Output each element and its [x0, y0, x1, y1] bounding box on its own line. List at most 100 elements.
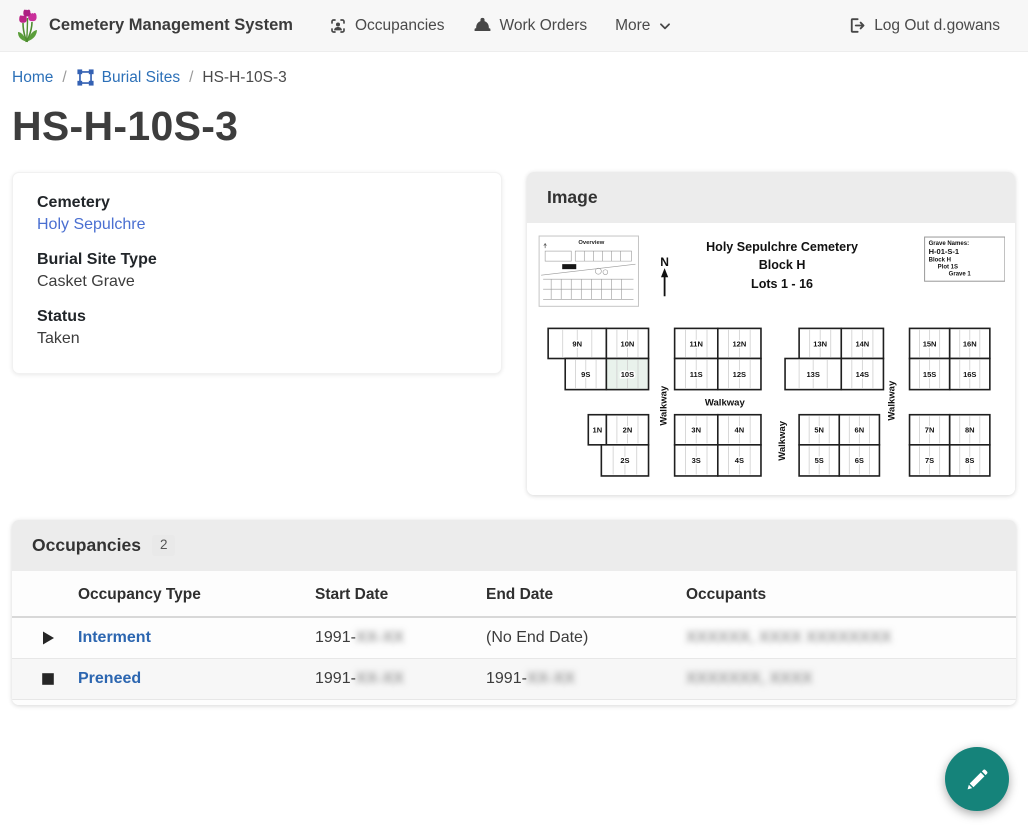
- breadcrumb-home-link[interactable]: Home: [12, 69, 53, 87]
- occupancy-status-cell: [12, 617, 68, 658]
- status-value: Taken: [37, 330, 477, 348]
- map-plot-label: 7N: [925, 426, 935, 435]
- burial-site-frame-icon: [76, 68, 95, 87]
- legend-line: Grave 1: [949, 272, 972, 278]
- redacted-text: XX-XX: [527, 670, 575, 687]
- occupancies-card: Occupancies 2 Occupancy Type Start Date …: [12, 520, 1016, 705]
- occupancy-status-cell: [12, 658, 68, 699]
- occupants-cell: XXXXXX, XXXX XXXXXXXX: [676, 617, 1016, 658]
- plot-cells-layer: 9N10N9S10S11N12N11S12S13N14N13S14S15N16N…: [548, 328, 990, 476]
- map-plot-label: 12S: [733, 370, 746, 379]
- redacted-text: XXXXXXX, XXXX: [686, 670, 812, 687]
- map-title-line: Holy Sepulchre Cemetery: [706, 240, 858, 254]
- redacted-text: XX-XX: [356, 670, 404, 687]
- map-plot-label: 15N: [923, 339, 937, 348]
- map-plot-label: 14N: [855, 339, 869, 348]
- map-plot-label: 12N: [732, 339, 746, 348]
- occupancies-title: Occupancies: [32, 535, 141, 556]
- map-plot-label: 2S: [620, 456, 629, 465]
- logout-icon: [847, 16, 866, 35]
- map-plot-label: 13S: [806, 370, 819, 379]
- map-plot-label: 7S: [925, 456, 934, 465]
- map-title-line: Block H: [759, 258, 806, 272]
- image-card-title: Image: [547, 187, 598, 208]
- north-arrow: N: [660, 255, 669, 296]
- burial-site-type-label: Burial Site Type: [37, 251, 477, 269]
- breadcrumb-burial-sites-link[interactable]: Burial Sites: [76, 68, 180, 87]
- nav-item-more[interactable]: More: [601, 0, 686, 52]
- nav-item-label: Work Orders: [500, 17, 588, 35]
- status-icon-column: [12, 571, 68, 617]
- breadcrumb-burial-sites-label: Burial Sites: [102, 69, 180, 87]
- app-title: Cemetery Management System: [49, 16, 293, 35]
- map-plot-label: 5N: [814, 426, 824, 435]
- occupancies-header: Occupancies 2: [12, 520, 1016, 571]
- map-plot-label: 1N: [593, 426, 603, 435]
- map-plot-label: 3S: [692, 456, 701, 465]
- stop-icon: [40, 671, 58, 687]
- image-card: Image Overview: [527, 172, 1015, 495]
- app-brand[interactable]: Cemetery Management System: [14, 9, 293, 43]
- overview-thumbnail: Overview: [539, 236, 638, 306]
- occupancy-type-link[interactable]: Preneed: [78, 670, 141, 687]
- map-title-line: Lots 1 - 16: [751, 277, 813, 291]
- map-plot-label: 10N: [621, 339, 635, 348]
- map-title: Holy Sepulchre Cemetery Block H Lots 1 -…: [706, 240, 858, 291]
- nav-item-label: More: [615, 17, 650, 35]
- nav-item-work-orders[interactable]: Work Orders: [459, 0, 602, 52]
- hard-hat-icon: [473, 17, 492, 34]
- breadcrumb-separator: /: [189, 69, 193, 87]
- cemetery-link[interactable]: Holy Sepulchre: [37, 216, 146, 233]
- map-plot-label: 3N: [691, 426, 701, 435]
- map-plot-label: 8N: [965, 426, 975, 435]
- walkway-label: Walkway: [777, 420, 788, 461]
- occupants-cell: XXXXXXX, XXXX: [676, 658, 1016, 699]
- breadcrumb-separator: /: [62, 69, 66, 87]
- map-plot-label: 8S: [965, 456, 974, 465]
- redacted-text: XXXXXX, XXXX XXXXXXXX: [686, 629, 891, 646]
- walkway-label: Walkway: [705, 398, 746, 409]
- legend-line: H-01-S-1: [929, 247, 960, 256]
- start-date-cell: 1991-XX-XX: [305, 658, 476, 699]
- map-plot-label: 5S: [815, 456, 824, 465]
- map-plot-label: 4S: [735, 456, 744, 465]
- image-card-header: Image: [527, 172, 1015, 223]
- end-date-column-header: End Date: [476, 571, 676, 617]
- start-date-column-header: Start Date: [305, 571, 476, 617]
- map-plot-label: 2N: [623, 426, 633, 435]
- logout-button[interactable]: Log Out d.gowans: [833, 0, 1014, 52]
- north-label: N: [660, 255, 669, 269]
- map-plot-label: 11S: [690, 370, 703, 379]
- status-label: Status: [37, 308, 477, 326]
- legend-line: Block H: [929, 258, 951, 264]
- occupancy-type-column-header: Occupancy Type: [68, 571, 305, 617]
- map-plot-label: 16S: [963, 370, 976, 379]
- map-plot-label: 11N: [690, 339, 703, 348]
- map-plot-label: 16N: [963, 339, 977, 348]
- logout-label: Log Out d.gowans: [874, 17, 1000, 35]
- end-date-cell: (No End Date): [476, 617, 676, 658]
- map-plot-label: 15S: [923, 370, 936, 379]
- map-plot-label: 14S: [856, 370, 869, 379]
- cemetery-label: Cemetery: [37, 194, 477, 212]
- start-date-cell: 1991-XX-XX: [305, 617, 476, 658]
- page-title: HS-H-10S-3: [12, 103, 1016, 150]
- person-in-frame-icon: [329, 17, 347, 35]
- legend-line: Plot 1S: [938, 265, 958, 271]
- nav-item-occupancies[interactable]: Occupancies: [315, 0, 459, 52]
- plot-map-image: Overview N: [527, 223, 1015, 495]
- nav-item-label: Occupancies: [355, 17, 445, 35]
- map-plot-label: 9S: [581, 370, 590, 379]
- table-header-row: Occupancy Type Start Date End Date Occup…: [12, 571, 1016, 617]
- map-plot-label: 10S: [621, 370, 634, 379]
- map-plot-label: 6N: [855, 426, 865, 435]
- burial-site-type-value: Casket Grave: [37, 273, 477, 291]
- occupancies-table: Occupancy Type Start Date End Date Occup…: [12, 571, 1016, 700]
- end-date-cell: 1991-XX-XX: [476, 658, 676, 699]
- occupants-column-header: Occupants: [676, 571, 1016, 617]
- map-plot-label: 9N: [572, 339, 582, 348]
- occupancy-type-link[interactable]: Interment: [78, 629, 151, 646]
- plot-map-svg: Overview N: [535, 228, 1005, 487]
- edit-fab-button[interactable]: [945, 747, 1009, 811]
- grave-names-legend: Grave Names: H-01-S-1 Block H Plot 1S Gr…: [925, 237, 1005, 281]
